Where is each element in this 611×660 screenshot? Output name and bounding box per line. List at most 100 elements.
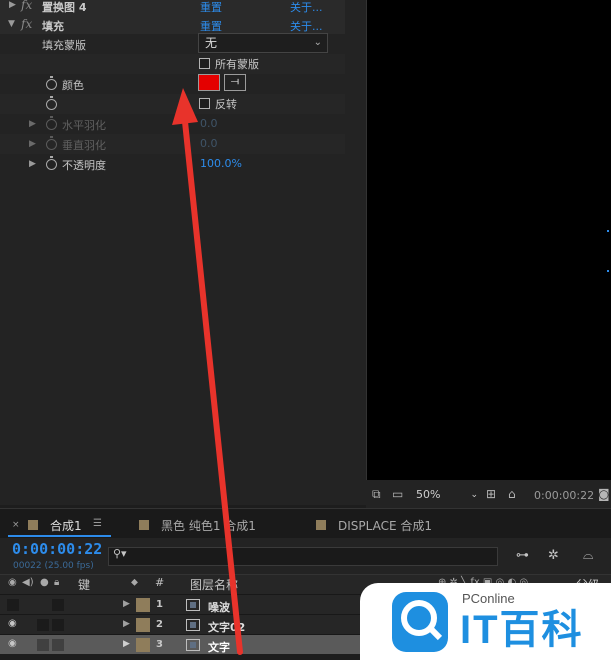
precomp-icon (186, 619, 200, 631)
stopwatch-icon[interactable] (46, 116, 57, 130)
fill-color-swatch[interactable] (198, 74, 220, 91)
draft-3d-icon[interactable]: ✲ (548, 548, 559, 563)
v-feather-label: 垂直羽化 (62, 139, 106, 152)
lock-icon[interactable]: 🔒︎ (54, 577, 59, 588)
camera-icon[interactable]: ◙ (598, 487, 610, 501)
composition-viewer[interactable] (366, 0, 611, 480)
all-masks-row (0, 54, 345, 74)
fx-icon[interactable]: fx (21, 0, 32, 12)
zoom-dropdown[interactable]: 50% ⌄ (412, 487, 480, 503)
solo-icon[interactable]: ● (40, 577, 49, 588)
effect-name: 填充 (42, 20, 64, 33)
layer-search-input[interactable] (108, 547, 498, 566)
expand-triangle-icon[interactable]: ▶ (123, 599, 130, 609)
label-tag-icon[interactable]: ⬥ (131, 577, 138, 588)
anchor-mark (607, 270, 609, 272)
color-row: 颜色 (0, 74, 345, 94)
layer-name[interactable]: 文字02 (208, 619, 245, 635)
expand-triangle-icon[interactable]: ▼ (8, 19, 15, 29)
color-label: 颜色 (62, 79, 84, 92)
effect-name: 置换图 4 (42, 1, 87, 14)
solo-toggle[interactable] (37, 619, 49, 631)
layer-color-label[interactable] (136, 598, 150, 612)
h-feather-label: 水平羽化 (62, 119, 106, 132)
solo-toggle[interactable] (37, 639, 49, 651)
region-of-interest-icon[interactable]: ⊞ (486, 487, 496, 501)
tab-comp1[interactable]: 合成1 (50, 517, 82, 534)
expand-triangle-icon[interactable]: ▶ (123, 639, 130, 649)
current-time[interactable]: 0:00:00:22 (12, 540, 102, 558)
expand-triangle-icon[interactable]: ▶ (29, 159, 36, 169)
stopwatch-icon[interactable] (46, 96, 57, 110)
lock-toggle[interactable] (52, 619, 64, 631)
layer-name[interactable]: 噪波 (208, 599, 230, 615)
collapse-triangle-icon[interactable]: ▶ (9, 0, 16, 10)
tab-displace-comp[interactable]: DISPLACE 合成1 (338, 517, 432, 534)
layer-name[interactable]: 文字 (208, 639, 230, 655)
search-icon[interactable]: ⚲▾ (113, 547, 127, 560)
precomp-icon (186, 599, 200, 611)
all-masks-checkbox[interactable] (199, 58, 210, 69)
tab-color-label (316, 520, 326, 530)
reset-link[interactable]: 重置 (200, 0, 222, 15)
transparency-grid-icon[interactable]: ⌂ (508, 487, 516, 501)
opacity-label: 不透明度 (62, 159, 106, 172)
composition-flowchart-icon[interactable]: ⊶ (516, 548, 529, 563)
video-visibility-icon[interactable]: ◉ (8, 577, 17, 588)
shy-layers-icon[interactable]: ⌓ (583, 548, 593, 563)
all-masks-label: 所有蒙版 (215, 58, 259, 71)
layer-color-label[interactable] (136, 618, 150, 632)
v-feather-value[interactable]: 0.0 (200, 137, 218, 150)
frame-counter: 00022 (25.00 fps) (13, 561, 94, 571)
layer-color-label[interactable] (136, 638, 150, 652)
zoom-value: 50% (416, 488, 441, 501)
eyedropper-icon[interactable]: ⟞ (224, 74, 246, 91)
fill-mask-value: 无 (205, 36, 218, 50)
menu-icon[interactable]: ☰ (93, 518, 102, 529)
stopwatch-icon[interactable] (46, 156, 57, 170)
invert-checkbox[interactable] (199, 98, 210, 109)
layer-name-column-label[interactable]: 图层名称 (190, 576, 238, 593)
stopwatch-icon[interactable] (46, 76, 57, 90)
lock-toggle[interactable] (52, 599, 64, 611)
h-feather-value[interactable]: 0.0 (200, 117, 218, 130)
always-preview-icon[interactable]: ⧉ (372, 487, 381, 502)
eye-icon[interactable]: ◉ (8, 618, 17, 629)
invert-label: 反转 (215, 98, 237, 111)
monitor-icon[interactable]: ▭ (392, 487, 403, 501)
expand-triangle-icon[interactable]: ▶ (29, 119, 36, 129)
opacity-value[interactable]: 100.0% (200, 157, 242, 170)
chevron-down-icon: ⌄ (470, 490, 478, 500)
tab-color-label (139, 520, 149, 530)
tab-color-label (28, 520, 38, 530)
expand-triangle-icon[interactable]: ▶ (123, 619, 130, 629)
close-icon[interactable]: × (12, 520, 20, 530)
active-tab-indicator (8, 535, 111, 537)
opacity-row: ▶ 不透明度 100.0% (0, 154, 345, 174)
stopwatch-icon[interactable] (46, 136, 57, 150)
layer-number: 1 (156, 599, 163, 610)
fill-mask-dropdown[interactable]: 无 ⌄ (198, 33, 328, 53)
about-link[interactable]: 关于... (290, 0, 323, 15)
viewer-timecode[interactable]: 0:00:00:22 (534, 489, 594, 502)
timeline-tabs: × 合成1 ☰ 黑色 纯色1 合成1 DISPLACE 合成1 (0, 508, 611, 538)
watermark-title: IT百科 (460, 608, 584, 652)
lock-toggle[interactable] (52, 639, 64, 651)
effect-header-fill[interactable]: ▼ fx 填充 重置 关于... (0, 14, 345, 34)
tab-black-solid-comp[interactable]: 黑色 纯色1 合成1 (161, 517, 256, 534)
audio-icon[interactable]: ◀) (22, 577, 34, 588)
reset-link[interactable]: 重置 (200, 18, 222, 34)
expand-triangle-icon[interactable]: ▶ (29, 139, 36, 149)
fx-icon[interactable]: fx (21, 17, 32, 31)
precomp-icon (186, 639, 200, 651)
layer-number: 2 (156, 619, 163, 630)
anchor-mark (607, 230, 609, 232)
number-column-label: # (155, 576, 165, 589)
v-feather-row: ▶ 垂直羽化 0.0 (0, 134, 345, 154)
visibility-toggle[interactable] (7, 599, 19, 611)
keys-column-label: 键 (78, 578, 91, 592)
about-link[interactable]: 关于... (290, 18, 323, 34)
eye-icon[interactable]: ◉ (8, 638, 17, 649)
effect-header-displace[interactable]: ▶ fx 置换图 4 重置 关于... (0, 0, 345, 14)
layer-number: 3 (156, 639, 163, 650)
